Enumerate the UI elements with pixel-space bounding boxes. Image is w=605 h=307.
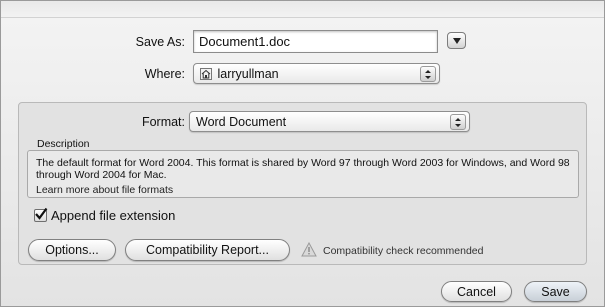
checkmark-icon (35, 207, 48, 220)
description-text: The default format for Word 2004. This f… (36, 157, 570, 181)
popup-arrows-icon (420, 66, 436, 82)
save-as-field[interactable]: Document1.doc (193, 30, 438, 53)
format-popup[interactable]: Word Document (189, 111, 470, 132)
learn-more-link[interactable]: Learn more about file formats (36, 184, 570, 196)
cancel-button[interactable]: Cancel (441, 281, 512, 302)
popup-arrows-icon (450, 114, 466, 130)
append-extension-checkbox[interactable] (34, 207, 48, 222)
compat-warning-text: Compatibility check recommended (323, 245, 484, 257)
where-value: larryullman (217, 67, 279, 81)
expand-browser-button[interactable] (447, 32, 466, 49)
home-folder-icon (200, 68, 212, 84)
options-button[interactable]: Options... (28, 239, 116, 261)
warning-triangle-icon (301, 241, 317, 260)
append-extension-label[interactable]: Append file extension (51, 208, 175, 223)
save-as-label: Save As: (135, 35, 185, 49)
where-label: Where: (144, 67, 185, 81)
save-button[interactable]: Save (524, 281, 587, 302)
save-dialog: Save As: Document1.doc Where: larryullma… (0, 0, 605, 307)
chevron-down-icon (452, 37, 461, 44)
compatibility-report-button[interactable]: Compatibility Report... (125, 239, 290, 261)
window-toolbar-strip (1, 1, 604, 18)
description-box: The default format for Word 2004. This f… (27, 150, 579, 198)
format-label: Format: (141, 115, 185, 129)
where-popup[interactable]: larryullman (193, 63, 440, 84)
description-heading: Description (37, 138, 90, 150)
format-value: Word Document (196, 115, 287, 129)
